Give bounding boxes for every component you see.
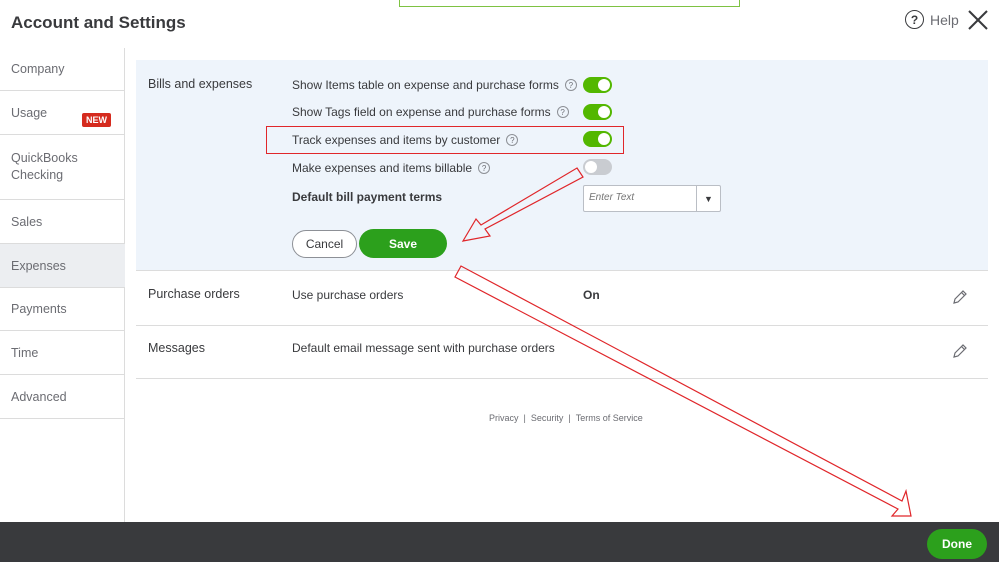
toggle-show-items-table[interactable] [583, 77, 612, 93]
save-button[interactable]: Save [359, 229, 447, 258]
footer-separator: | [523, 413, 526, 423]
footer-separator: | [568, 413, 571, 423]
toggle-show-tags-field[interactable] [583, 104, 612, 120]
help-circle-icon[interactable]: ? [556, 106, 569, 118]
sidebar-item-label: Advanced [11, 389, 67, 404]
help-button[interactable]: ? Help [905, 10, 959, 29]
sidebar-item-label: Expenses [11, 258, 66, 273]
sidebar-item-label: Payments [11, 302, 67, 316]
new-badge: NEW [82, 113, 111, 127]
pencil-icon[interactable] [952, 343, 968, 359]
security-link[interactable]: Security [531, 413, 564, 423]
sidebar-item-expenses[interactable]: Expenses [0, 244, 125, 288]
privacy-link[interactable]: Privacy [489, 413, 519, 423]
sidebar-item-advanced[interactable]: Advanced [0, 375, 125, 419]
help-label: Help [930, 11, 959, 28]
sidebar-item-label: Usage [11, 105, 48, 120]
pencil-icon[interactable] [952, 289, 968, 305]
option-show-tags-field: Show Tags field on expense and purchase … [292, 105, 569, 119]
sidebar-item-label: Time [11, 345, 39, 360]
bills-section-label: Bills and expenses [148, 77, 253, 91]
messages-setting: Default email message sent with purchase… [292, 341, 555, 355]
sidebar-item-sales[interactable]: Sales [0, 200, 125, 244]
dropdown-arrow-icon[interactable]: ▼ [696, 186, 720, 211]
annotation-arrow-to-done [454, 265, 912, 517]
option-label: Make expenses and items billable [292, 161, 473, 175]
close-icon[interactable] [966, 8, 990, 32]
sidebar-item-label-line1: QuickBooks [11, 151, 78, 165]
bill-terms-label: Default bill payment terms [292, 190, 443, 204]
option-label: Show Items table on expense and purchase… [292, 78, 559, 92]
sidebar-item-label: Sales [11, 214, 43, 229]
toggle-knob [585, 161, 597, 173]
cancel-button[interactable]: Cancel [292, 230, 357, 258]
toggle-make-billable[interactable] [583, 159, 612, 175]
terms-of-service-link[interactable]: Terms of Service [576, 413, 643, 423]
purchase-orders-label: Purchase orders [148, 287, 240, 301]
option-show-items-table: Show Items table on expense and purchase… [292, 78, 577, 92]
purchase-orders-setting: Use purchase orders [292, 288, 404, 302]
bill-terms-input[interactable] [589, 192, 694, 203]
top-outline-box [399, 0, 740, 7]
bottom-bar [0, 522, 999, 562]
toggle-knob [598, 106, 610, 118]
header: Account and Settings ? Help [0, 0, 999, 48]
done-button[interactable]: Done [927, 529, 987, 559]
sidebar-item-payments[interactable]: Payments [0, 288, 125, 331]
help-circle-icon[interactable]: ? [478, 162, 491, 174]
option-label: Show Tags field on expense and purchase … [292, 105, 551, 119]
divider [136, 378, 988, 379]
sidebar-item-company[interactable]: Company [0, 48, 125, 91]
bill-terms-select[interactable]: ▼ [583, 185, 721, 212]
sidebar-item-label-line2: Checking [11, 168, 64, 182]
footer-links: Privacy | Security | Terms of Service [489, 413, 643, 423]
divider [136, 325, 988, 326]
option-make-billable: Make expenses and items billable ? [292, 161, 491, 175]
sidebar-item-quickbooks-checking[interactable]: QuickBooks Checking [0, 135, 125, 200]
sidebar-item-label: Company [11, 62, 65, 76]
help-icon: ? [905, 10, 924, 29]
annotation-highlight-box [266, 126, 624, 154]
sidebar-item-time[interactable]: Time [0, 331, 125, 375]
messages-label: Messages [148, 341, 205, 355]
toggle-knob [598, 79, 610, 91]
purchase-orders-value: On [583, 288, 600, 302]
page-title: Account and Settings [11, 13, 186, 32]
help-circle-icon[interactable]: ? [564, 79, 577, 91]
